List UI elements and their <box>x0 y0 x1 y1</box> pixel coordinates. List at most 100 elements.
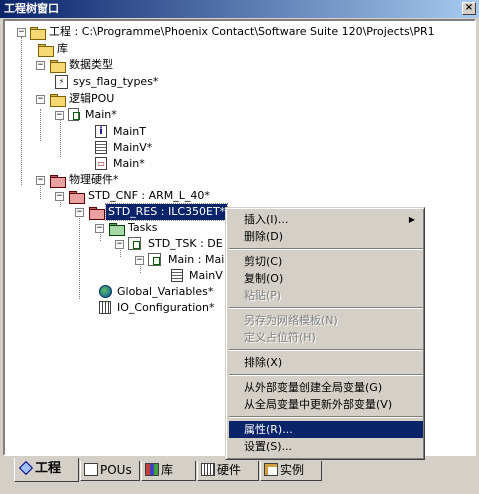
tree-label: IO_Configuration* <box>117 301 215 314</box>
folder-icon <box>49 58 66 73</box>
task-icon <box>128 237 141 250</box>
menu-item-copy[interactable]: 复制(O) <box>229 270 423 287</box>
collapse-icon[interactable]: − <box>95 224 104 233</box>
code-icon: ▭ <box>95 157 107 170</box>
tree-label: Main* <box>113 157 145 170</box>
collapse-icon[interactable]: − <box>135 256 144 265</box>
collapse-icon[interactable]: − <box>55 192 64 201</box>
menu-item-paste[interactable]: 粘贴(P) <box>229 287 423 304</box>
project-icon <box>18 460 34 475</box>
tree-label: MainV* <box>113 141 153 154</box>
context-menu: 插入(I)... ▶ 删除(D) 剪切(C) 复制(O) 粘贴(P) 另存为网络… <box>225 207 425 460</box>
menu-item-define-placeholder[interactable]: 定义占位符(H) <box>229 329 423 346</box>
tree-line <box>79 211 80 299</box>
tree-label-selected: STD_RES : ILC350ET* <box>104 203 229 221</box>
tree-label: 数据类型 <box>69 58 113 71</box>
tab-project[interactable]: 工程 <box>14 458 79 482</box>
configuration-icon <box>68 189 85 204</box>
menu-label: 属性(R)... <box>244 423 293 436</box>
io-config-icon <box>99 301 111 314</box>
menu-label: 另存为网络模板(N) <box>244 314 338 327</box>
menu-label: 剪切(C) <box>244 255 283 268</box>
menu-item-insert[interactable]: 插入(I)... ▶ <box>229 211 423 228</box>
menu-label: 从全局变量中更新外部变量(V) <box>244 398 393 411</box>
menu-label: 排除(X) <box>244 356 283 369</box>
tab-label: 实例 <box>280 463 305 477</box>
menu-label: 插入(I)... <box>244 213 289 226</box>
submenu-arrow-icon: ▶ <box>408 215 415 224</box>
menu-item-update-externals[interactable]: 从全局变量中更新外部变量(V) <box>229 396 423 413</box>
tab-bar: 工程 POUs 库 硬件 实例 <box>0 458 479 494</box>
collapse-icon[interactable]: − <box>36 61 45 70</box>
menu-label: 设置(S)... <box>244 440 293 453</box>
tree-label: 逻辑POU <box>69 92 115 105</box>
tab-label: 库 <box>161 463 174 477</box>
menu-item-delete[interactable]: 删除(D) <box>229 228 423 245</box>
tree-label: sys_flag_types* <box>73 75 159 88</box>
collapse-icon[interactable]: − <box>55 111 64 120</box>
collapse-icon[interactable]: − <box>115 240 124 249</box>
tasks-folder-icon <box>108 221 125 236</box>
datatype-icon: ⚡ <box>55 75 68 89</box>
tab-hardware[interactable]: 硬件 <box>197 461 259 481</box>
tree-label: MainT <box>113 125 146 138</box>
menu-item-exclude[interactable]: 排除(X) <box>229 354 423 371</box>
menu-label: 粘贴(P) <box>244 289 282 302</box>
menu-item-create-globals[interactable]: 从外部变量创建全局变量(G) <box>229 379 423 396</box>
hardware-icon <box>201 463 215 476</box>
tree-label: STD_CNF : ARM_L_40* <box>88 189 210 202</box>
library-icon <box>145 463 159 476</box>
tab-label: 硬件 <box>217 463 242 477</box>
tree-label: STD_TSK : DE <box>148 237 223 250</box>
pou-icon <box>84 463 98 476</box>
tree-line <box>40 109 41 141</box>
tree-line <box>21 37 22 185</box>
title-bar: 工程树窗口 × <box>0 0 479 18</box>
collapse-icon[interactable]: − <box>17 28 26 37</box>
menu-separator <box>229 416 423 418</box>
tab-label: POUs <box>100 463 132 477</box>
hardware-folder-icon <box>49 173 66 188</box>
tree-label: MainV <box>189 269 223 282</box>
tab-pous[interactable]: POUs <box>80 461 140 481</box>
tab-library[interactable]: 库 <box>141 461 196 481</box>
globe-icon <box>99 285 112 298</box>
tree-label: Global_Variables* <box>117 285 214 298</box>
tree-label: Tasks <box>128 221 158 234</box>
menu-item-save-as-template[interactable]: 另存为网络模板(N) <box>229 312 423 329</box>
window-title: 工程树窗口 <box>4 2 59 15</box>
collapse-icon[interactable]: − <box>75 208 84 217</box>
collapse-icon[interactable]: − <box>36 95 45 104</box>
tab-label: 工程 <box>35 461 62 476</box>
close-button[interactable]: × <box>462 2 476 15</box>
tree-label: 库 <box>57 42 68 55</box>
folder-icon <box>49 92 66 107</box>
tab-instance[interactable]: 实例 <box>260 461 322 481</box>
instance-icon <box>264 463 278 476</box>
tree-label: 工程 : C:\Programme\Phoenix Contact\Softwa… <box>49 25 435 38</box>
program-instance-icon <box>148 253 161 266</box>
close-icon: × <box>464 2 474 13</box>
variables-icon <box>171 269 183 282</box>
menu-separator <box>229 349 423 351</box>
menu-separator <box>229 307 423 309</box>
menu-label: 复制(O) <box>244 272 284 285</box>
pou-icon <box>68 108 80 121</box>
menu-item-cut[interactable]: 剪切(C) <box>229 253 423 270</box>
menu-item-settings[interactable]: 设置(S)... <box>229 438 423 455</box>
variables-icon <box>95 141 107 154</box>
menu-item-properties[interactable]: 属性(R)... <box>229 421 423 438</box>
folder-icon <box>37 42 54 57</box>
resource-icon <box>88 205 105 220</box>
tree-line <box>60 117 61 157</box>
collapse-icon[interactable]: − <box>36 176 45 185</box>
tree-label: Main : Main <box>168 253 232 266</box>
folder-icon <box>29 25 46 40</box>
menu-label: 从外部变量创建全局变量(G) <box>244 381 383 394</box>
menu-label: 删除(D) <box>244 230 284 243</box>
menu-separator <box>229 374 423 376</box>
tree-label: 物理硬件* <box>69 173 119 186</box>
info-icon: i <box>95 125 107 138</box>
menu-separator <box>229 248 423 250</box>
menu-label: 定义占位符(H) <box>244 331 316 344</box>
